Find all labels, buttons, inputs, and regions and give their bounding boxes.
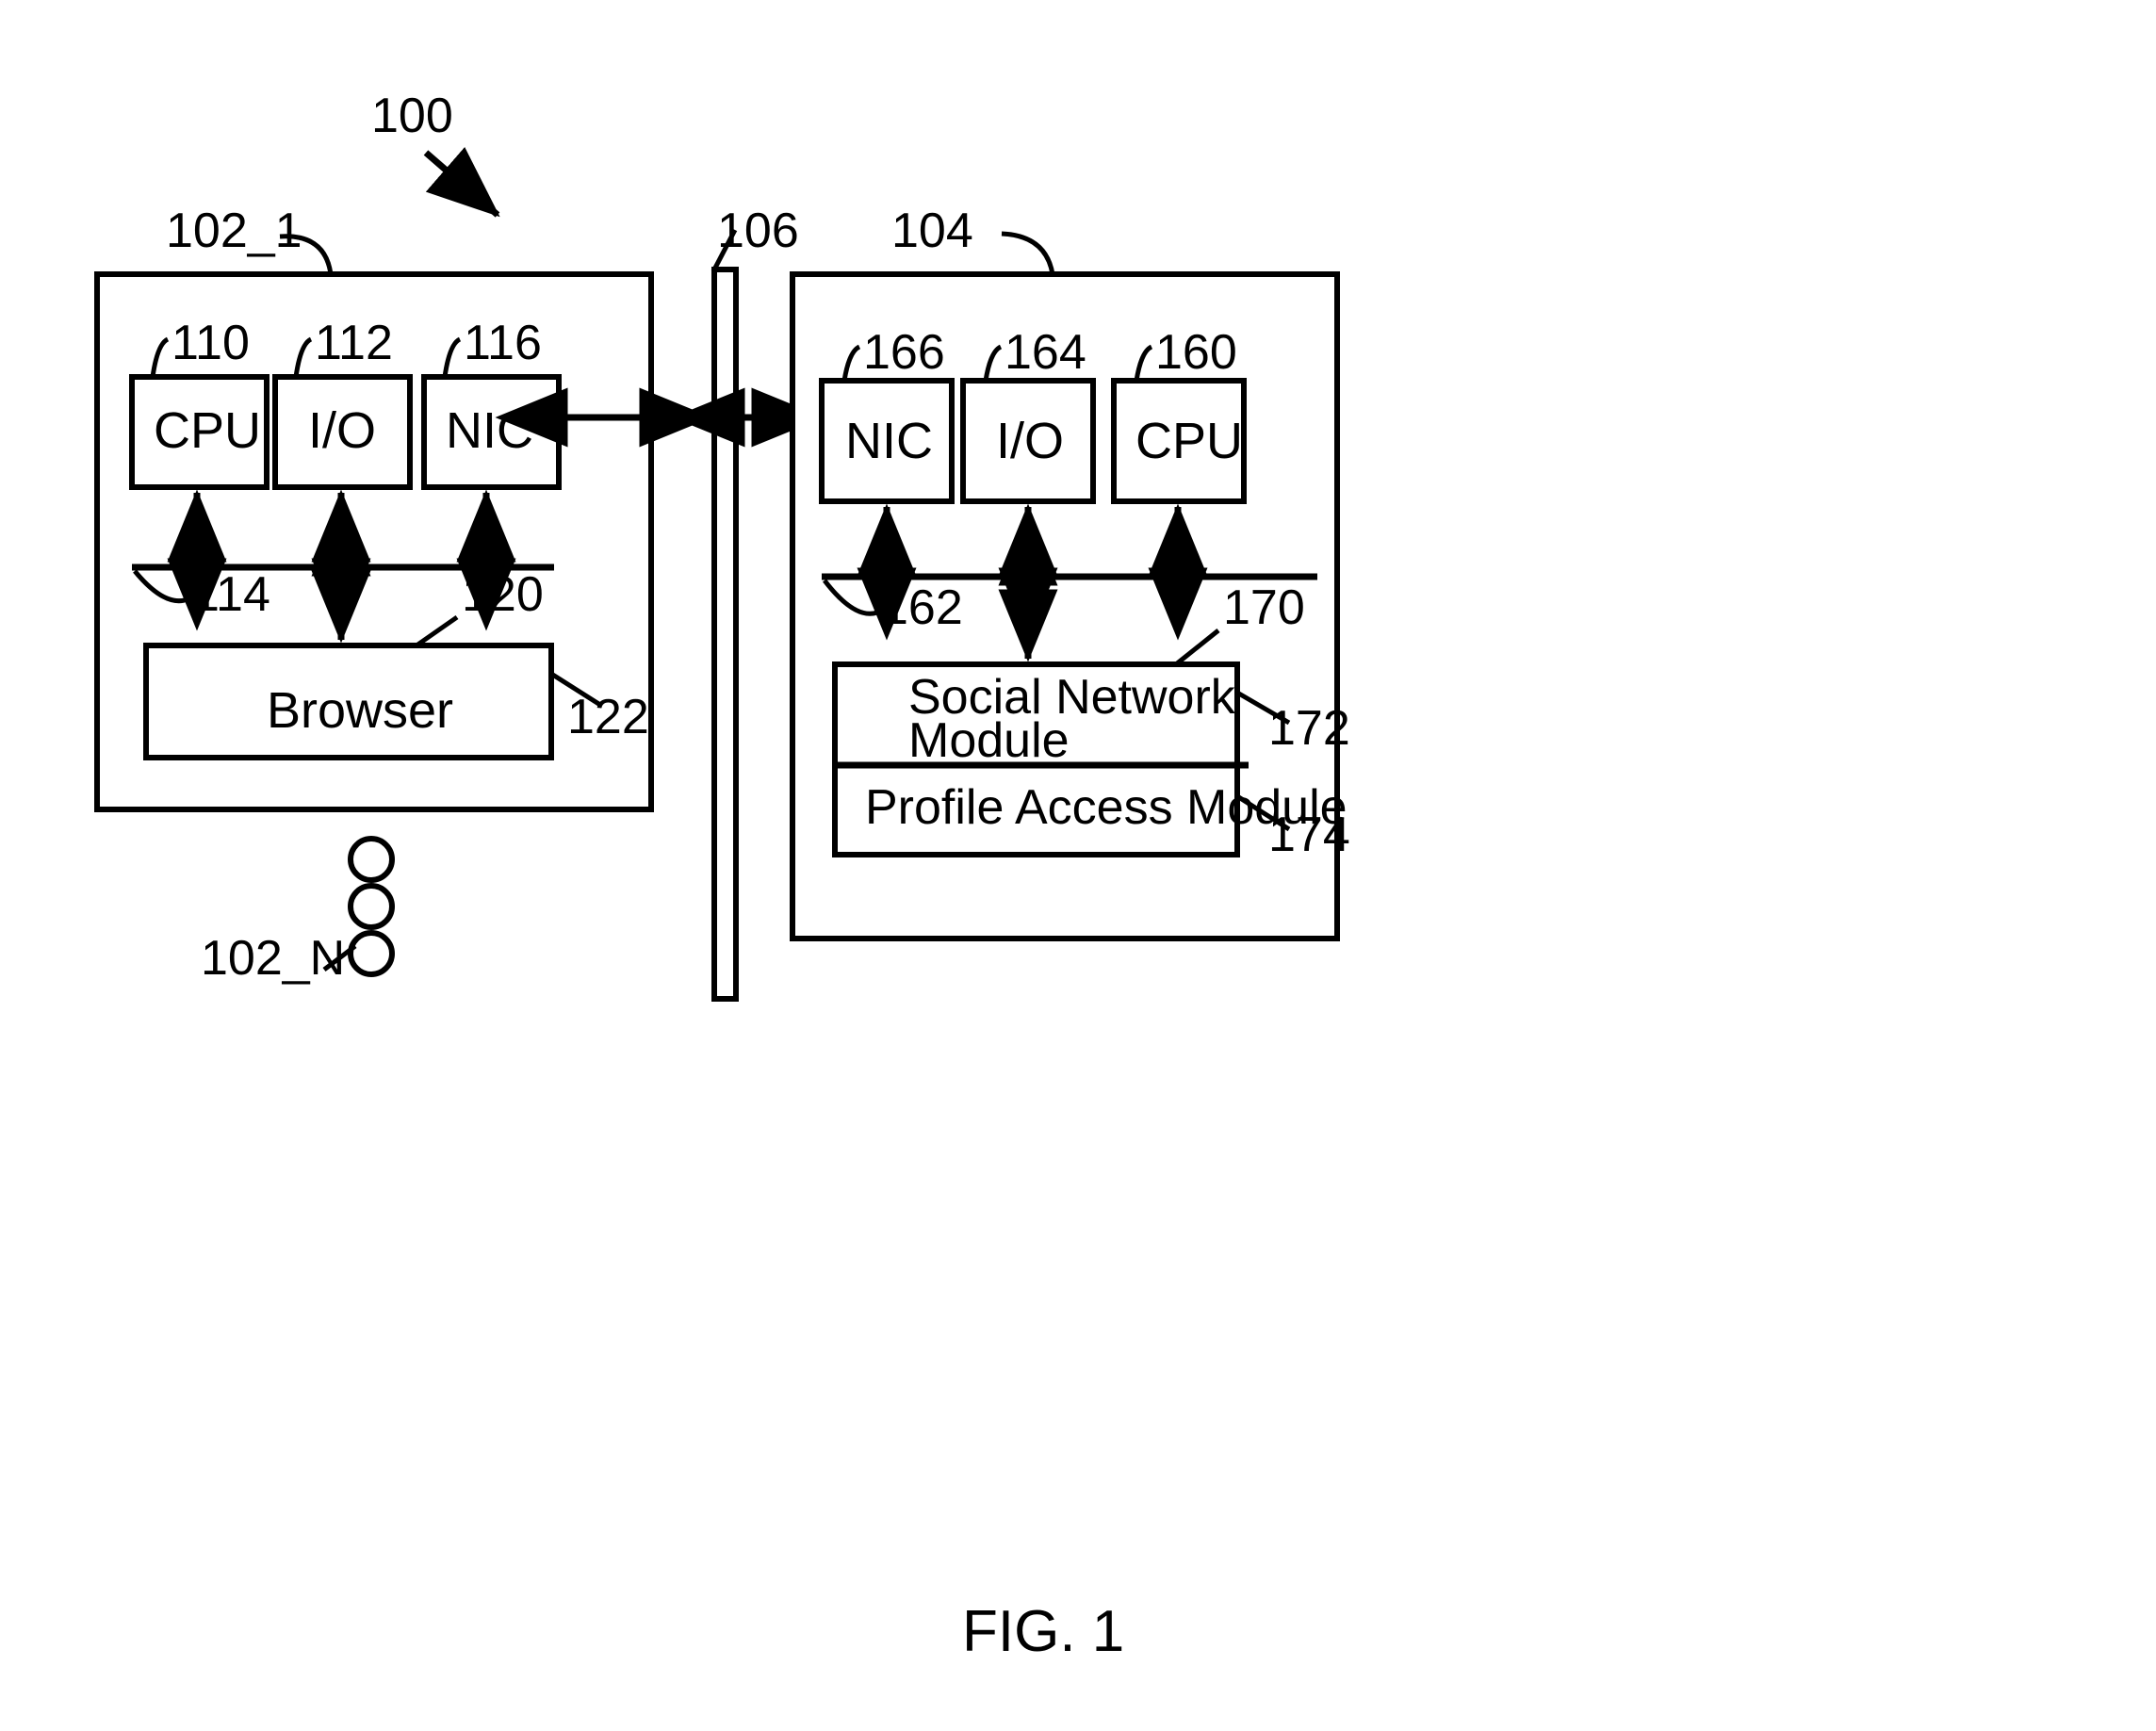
figure-caption: FIG. 1 xyxy=(962,1599,1124,1664)
client-last-ref-label: 102_N xyxy=(201,931,345,986)
client-ref-label: 102_1 xyxy=(166,204,302,258)
server-ref-label: 104 xyxy=(891,204,973,258)
figure-canvas: 100 102_1 CPU 110 I/O 112 NIC 116 114 Br… xyxy=(94,89,1350,1664)
client-ellipsis-circle-3 xyxy=(348,930,395,977)
server-cpu-label: CPU xyxy=(1135,413,1243,469)
server-ref-leader xyxy=(1001,231,1055,275)
server-nic-label: NIC xyxy=(845,413,933,469)
client-browser-ref-side-label: 122 xyxy=(567,690,649,744)
system-ref-label: 100 xyxy=(371,89,453,143)
client-nic-label: NIC xyxy=(446,402,533,459)
patent-figure-1: 100 102_1 CPU 110 I/O 112 NIC 116 114 Br… xyxy=(0,0,2156,1731)
client-io-label: I/O xyxy=(308,402,376,459)
server-bus-ref-label: 162 xyxy=(881,580,963,635)
client-cpu-label: CPU xyxy=(154,402,261,459)
client-bus-ref-label: 114 xyxy=(192,567,270,622)
network-bar xyxy=(711,267,739,1002)
client-browser-ref-top-label: 120 xyxy=(462,567,544,622)
server-cpu-ref-label: 160 xyxy=(1155,325,1237,380)
client-browser-label: Browser xyxy=(267,682,453,739)
server-nic-ref-label: 166 xyxy=(863,325,945,380)
profile-access-module-ref-label: 174 xyxy=(1268,808,1350,862)
client-io-ref-label: 112 xyxy=(315,316,393,370)
server-io-ref-label: 164 xyxy=(1004,325,1086,380)
network-ref-label: 106 xyxy=(717,204,799,258)
server-modules-ref-label: 170 xyxy=(1223,580,1305,635)
client-nic-ref-label: 116 xyxy=(464,316,542,370)
client-ellipsis-circle-2 xyxy=(348,883,395,930)
server-io-label: I/O xyxy=(996,413,1064,469)
client-ellipsis-circle-1 xyxy=(348,836,395,883)
system-ref-arrow xyxy=(423,147,500,218)
social-network-module-label-line2: Module xyxy=(908,713,1070,768)
social-network-module-ref-label: 172 xyxy=(1268,701,1350,756)
client-cpu-ref-label: 110 xyxy=(172,316,250,370)
